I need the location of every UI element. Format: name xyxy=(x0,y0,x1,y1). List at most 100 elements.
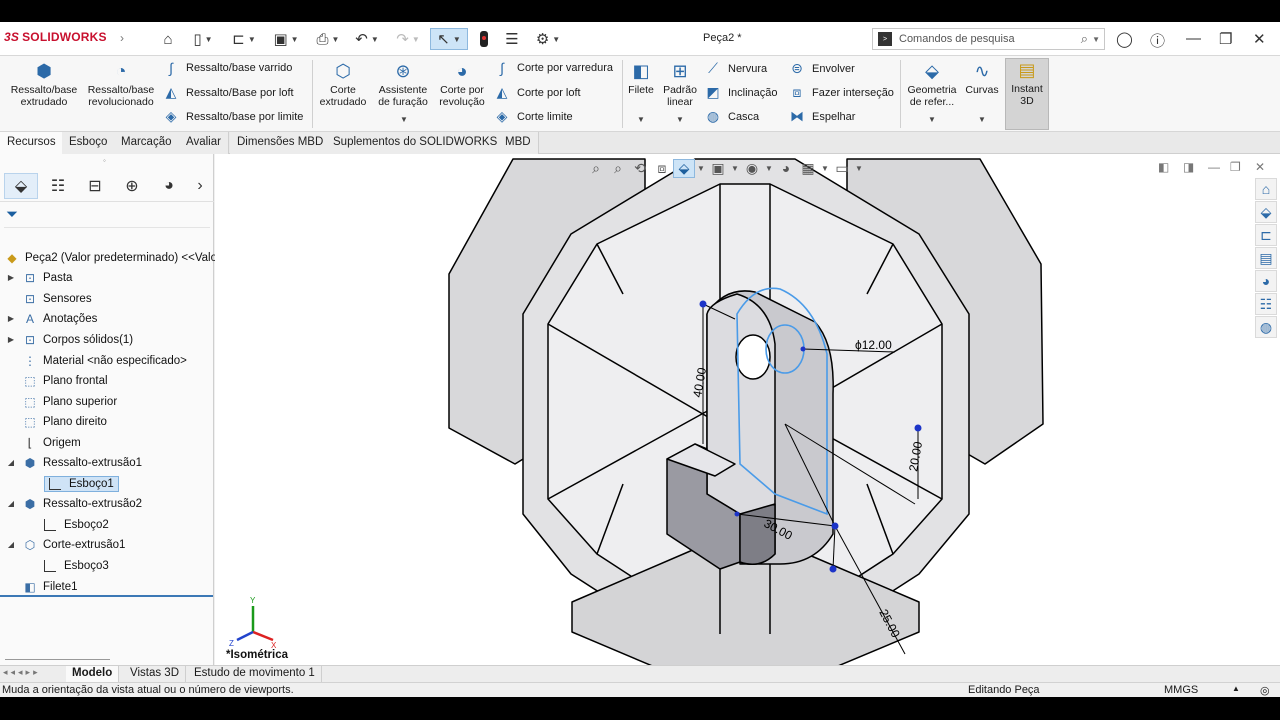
viewport-right-arrow-icon[interactable]: ◨ xyxy=(1183,160,1194,174)
tab-recursos[interactable]: Recursos xyxy=(0,132,64,154)
solidworks-forum-icon[interactable]: ◍ xyxy=(1255,316,1277,338)
tree-item-corpos-solidos[interactable]: ▶ ⊡ Corpos sólidos(1) xyxy=(6,330,133,349)
mirror-button[interactable]: ⧓ Espelhar xyxy=(788,108,855,125)
save-button[interactable]: ▣ ▼ xyxy=(268,28,304,50)
view-settings-icon[interactable]: ▭ xyxy=(831,160,853,177)
search-input[interactable]: Comandos de pesquisa xyxy=(899,33,1081,45)
loft-cut-button[interactable]: ◭ Corte por loft xyxy=(493,84,581,101)
tree-item-pasta[interactable]: ▶ ⊡ Pasta xyxy=(6,268,73,287)
panel-horizontal-scrollbar[interactable] xyxy=(5,659,110,660)
dim-diameter-label[interactable]: ϕ12.00 xyxy=(855,338,892,352)
reference-geometry-button[interactable]: ⬙ Geometria de refer... xyxy=(903,60,961,108)
tree-item-corte-extrusao1[interactable]: ◢ ⬡ Corte-extrusão1 xyxy=(6,535,126,554)
configuration-manager-tab-icon[interactable]: ⊟ xyxy=(78,173,112,199)
tree-item-ressalto-extrusao1[interactable]: ◢ ⬢ Ressalto-extrusão1 xyxy=(6,453,142,472)
wrap-button[interactable]: ⊜ Envolver xyxy=(788,60,855,77)
tab-navigation-arrows-icon[interactable]: ◂◂◂▸▸ xyxy=(3,667,41,678)
tree-filter-icon[interactable]: ⏷ xyxy=(4,206,210,228)
property-manager-tab-icon[interactable]: ☷ xyxy=(41,173,75,199)
rib-button[interactable]: ⟋ Nervura xyxy=(704,60,767,77)
file-properties-icon[interactable]: ☰ xyxy=(502,28,522,50)
cut-more-chevron-icon[interactable]: ▼ xyxy=(400,115,408,124)
select-button[interactable]: ↖ ▼ xyxy=(430,28,468,50)
rollback-bar[interactable] xyxy=(0,595,213,597)
tree-item-filete1[interactable]: ◧ Filete1 xyxy=(6,577,77,596)
fillet-button[interactable]: ◧ Filete xyxy=(624,60,658,96)
options-button[interactable]: ⚙ ▼ xyxy=(530,28,566,50)
open-document-button[interactable]: ⊏ ▼ xyxy=(226,28,262,50)
intersect-button[interactable]: ⧈ Fazer interseção xyxy=(788,84,894,101)
undo-button[interactable]: ↶ ▼ xyxy=(350,28,384,50)
dimxpert-tab-icon[interactable]: ⊕ xyxy=(115,173,149,199)
design-library-icon[interactable]: ⬙ xyxy=(1255,201,1277,223)
expand-arrow-icon[interactable]: ▶ xyxy=(6,273,16,282)
tab-esboco[interactable]: Esboço xyxy=(62,132,116,154)
file-explorer-icon[interactable]: ⊏ xyxy=(1255,224,1277,246)
tree-root-part[interactable]: ◆ Peça2 (Valor predeterminado) <<Valo xyxy=(4,248,217,267)
viewport-left-arrow-icon[interactable]: ◧ xyxy=(1158,160,1169,174)
view-settings-chevron-icon[interactable]: ▼ xyxy=(853,164,865,173)
expand-arrow-icon[interactable]: ▶ xyxy=(6,335,16,344)
search-box[interactable]: > Comandos de pesquisa ⌕ ▼ xyxy=(872,28,1105,50)
swept-cut-button[interactable]: ∫ Corte por varredura xyxy=(493,60,613,76)
feature-manager-tab-icon[interactable]: ⬙ xyxy=(4,173,38,199)
revolve-cut-button[interactable]: ◕ Corte por revolução xyxy=(434,60,490,108)
extrude-boss-button[interactable]: ⬢ Ressalto/base extrudado xyxy=(6,60,82,108)
tree-item-plano-superior[interactable]: ⬚ Plano superior xyxy=(6,392,117,411)
view-orientation-icon[interactable]: ⬙ xyxy=(673,158,695,178)
hide-show-items-icon[interactable]: ◉ xyxy=(741,160,763,177)
shell-button[interactable]: ◍ Casca xyxy=(704,108,759,125)
custom-properties-icon[interactable]: ☷ xyxy=(1255,293,1277,315)
tab-vistas-3d[interactable]: Vistas 3D xyxy=(124,666,187,682)
viewport-minimize-icon[interactable]: — xyxy=(1208,160,1220,174)
display-style-icon[interactable]: ▣ xyxy=(707,160,729,177)
display-manager-tab-icon[interactable]: ◕ xyxy=(152,173,186,199)
print-button[interactable]: ⎙ ▼ xyxy=(310,28,346,50)
tree-item-anotacoes[interactable]: ▶ A Anotações xyxy=(6,309,97,328)
zoom-to-fit-icon[interactable]: ⌕ xyxy=(585,160,607,177)
section-view-icon[interactable]: ⧈ xyxy=(651,160,673,177)
tree-item-origem[interactable]: ⌊ Origem xyxy=(6,433,81,452)
zoom-to-area-icon[interactable]: ⌕ xyxy=(607,160,629,177)
tree-item-plano-frontal[interactable]: ⬚ Plano frontal xyxy=(6,371,107,390)
panel-more-chevron-icon[interactable]: › xyxy=(189,173,211,199)
minimize-icon[interactable]: — xyxy=(1186,30,1201,47)
restore-icon[interactable]: ❐ xyxy=(1219,30,1232,48)
solidworks-logo[interactable]: 3S SOLIDWORKS xyxy=(4,30,107,44)
status-options-icon[interactable]: ◎ xyxy=(1260,684,1270,697)
help-icon[interactable]: ⓘ xyxy=(1150,30,1165,51)
fillet-chevron-icon[interactable]: ▼ xyxy=(637,115,645,124)
tree-item-sensores[interactable]: ⊡ Sensores xyxy=(6,289,92,308)
rebuild-button[interactable] xyxy=(476,28,492,50)
boundary-cut-button[interactable]: ◈ Corte limite xyxy=(493,108,573,125)
boundary-boss-button[interactable]: ◈ Ressalto/base por limite xyxy=(162,108,304,125)
pattern-chevron-icon[interactable]: ▼ xyxy=(676,115,684,124)
display-style-chevron-icon[interactable]: ▼ xyxy=(729,164,741,173)
curves-chevron-icon[interactable]: ▼ xyxy=(978,115,986,124)
loft-boss-button[interactable]: ◭ Ressalto/Base por loft xyxy=(162,84,294,101)
hole-wizard-button[interactable]: ⊛ Assistente de furação xyxy=(374,60,432,108)
collapse-arrow-icon[interactable]: ◢ xyxy=(6,499,16,508)
home-icon[interactable]: ⌂ xyxy=(158,28,178,50)
collapse-arrow-icon[interactable]: ◢ xyxy=(6,540,16,549)
tab-estudo-movimento[interactable]: Estudo de movimento 1 xyxy=(188,666,322,682)
draft-button[interactable]: ◩ Inclinação xyxy=(704,84,777,101)
graphics-area[interactable]: ϕ12.00 40.00 20.00 30.00 25.00 ⌕ ⌕ ⟲ ⧈ ⬙… xyxy=(215,154,1280,665)
tree-item-esboco2[interactable]: Esboço2 xyxy=(28,515,109,534)
unit-system-selector[interactable]: MMGS xyxy=(1164,684,1198,696)
tree-item-material[interactable]: ⋮ Material <não especificado> xyxy=(6,351,187,370)
user-account-icon[interactable]: ◯ xyxy=(1116,30,1133,48)
tree-item-plano-direito[interactable]: ⬚ Plano direito xyxy=(6,412,107,431)
tab-mbd[interactable]: MBD xyxy=(498,132,539,154)
redo-button[interactable]: ↷ ▼ xyxy=(392,28,424,50)
close-icon[interactable]: ✕ xyxy=(1253,30,1266,48)
tree-item-esboco3[interactable]: Esboço3 xyxy=(28,556,109,575)
appearances-icon[interactable]: ◕ xyxy=(1255,270,1277,292)
apply-scene-icon[interactable]: ▦ xyxy=(797,160,819,177)
tree-item-esboco1[interactable]: Esboço1 xyxy=(28,474,119,493)
view-orientation-chevron-icon[interactable]: ▼ xyxy=(695,164,707,173)
tree-item-ressalto-extrusao2[interactable]: ◢ ⬢ Ressalto-extrusão2 xyxy=(6,494,142,513)
expand-arrow-icon[interactable]: ▶ xyxy=(6,314,16,323)
curves-button[interactable]: ∿ Curvas xyxy=(963,60,1001,96)
linear-pattern-button[interactable]: ⊞ Padrão linear xyxy=(661,60,699,108)
